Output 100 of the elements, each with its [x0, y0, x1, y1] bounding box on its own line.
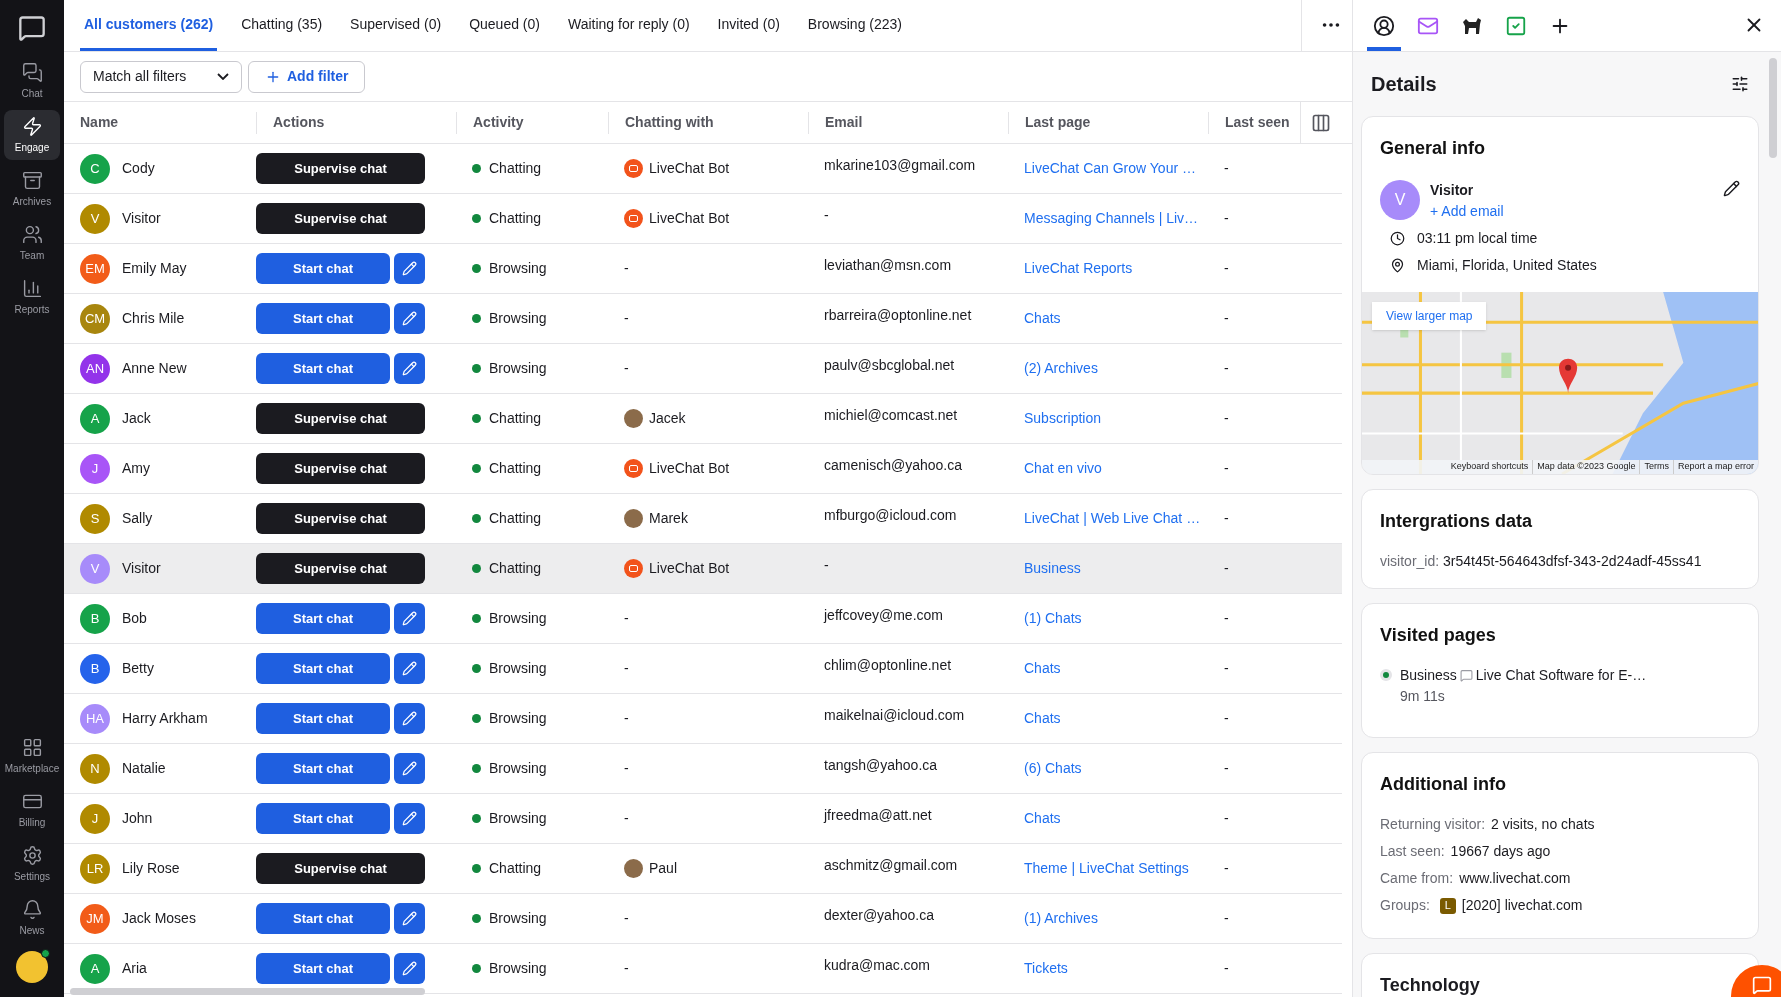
settings-icon[interactable] [1731, 75, 1749, 93]
last-page-link[interactable]: LiveChat Can Grow Your … [1024, 160, 1196, 176]
view-larger-map-link[interactable]: View larger map [1372, 302, 1487, 330]
visit-duration: 9m 11s [1400, 687, 1446, 706]
info-value: 2 visits, no chats [1491, 815, 1595, 834]
sidebar-item[interactable]: Team [4, 218, 60, 268]
edit-button[interactable] [394, 903, 425, 934]
supervise-chat-button[interactable]: Supervise chat [256, 203, 425, 234]
sidebar-item[interactable]: Reports [4, 272, 60, 322]
edit-button[interactable] [394, 953, 425, 984]
filter-tab[interactable]: Supervised (0) [346, 1, 446, 51]
pencil-icon [402, 261, 417, 276]
add-email-link[interactable]: + Add email [1430, 201, 1713, 222]
start-chat-button[interactable]: Start chat [256, 253, 390, 284]
agent-name: - [624, 359, 629, 378]
add-filter-button[interactable]: Add filter [248, 60, 366, 93]
last-page-link[interactable]: Chats [1024, 810, 1061, 826]
last-page-link[interactable]: (1) Archives [1024, 910, 1098, 926]
edit-button[interactable] [394, 703, 425, 734]
start-chat-button[interactable]: Start chat [256, 303, 390, 334]
page-title: Live Chat Software for E-… [1475, 666, 1647, 685]
filter-tab[interactable]: Waiting for reply (0) [564, 1, 694, 51]
sidebar-item[interactable]: Archives [4, 164, 60, 214]
customer-name: Amy [122, 459, 150, 478]
activity-text: Browsing [489, 759, 547, 778]
last-page-link[interactable]: Chats [1024, 710, 1061, 726]
horizontal-scrollbar[interactable] [70, 988, 425, 995]
activity-text: Browsing [489, 609, 547, 628]
last-page-link[interactable]: Subscription [1024, 410, 1102, 426]
email-text: chlim@optonline.net [824, 657, 952, 673]
agent-name: Jacek [649, 409, 686, 428]
sidebar-item[interactable]: Engage [4, 110, 60, 160]
sidebar-item[interactable]: News [4, 893, 60, 943]
start-chat-button[interactable]: Start chat [256, 903, 390, 934]
supervise-chat-button[interactable]: Supervise chat [256, 853, 425, 884]
edit-button[interactable] [394, 303, 425, 334]
edit-button[interactable] [394, 653, 425, 684]
table-row[interactable]: V Visitor Supervise chat Chatting LiveChat Bot - Business - [64, 544, 1342, 594]
start-chat-button[interactable]: Start chat [256, 753, 390, 784]
info-value: www.livechat.com [1459, 869, 1571, 888]
start-chat-button[interactable]: Start chat [256, 653, 390, 684]
column-header: Activity [473, 113, 524, 132]
location-icon [1390, 258, 1405, 273]
map-attribution-text[interactable]: Report a map error [1672, 460, 1758, 474]
sidebar-item[interactable]: Chat [4, 56, 60, 106]
filter-tab[interactable]: All customers (262) [80, 1, 218, 51]
edit-button[interactable] [394, 603, 425, 634]
customer-name: John [122, 809, 153, 828]
last-seen-text: - [1224, 560, 1229, 576]
agent-avatar [624, 859, 643, 878]
match-filters-dropdown[interactable]: Match all filters [80, 60, 242, 93]
start-chat-button[interactable]: Start chat [256, 603, 390, 634]
filter-tab[interactable]: Browsing (223) [803, 1, 906, 51]
supervise-chat-button[interactable]: Supervise chat [256, 153, 425, 184]
edit-icon[interactable] [1723, 180, 1740, 197]
user-avatar[interactable] [16, 951, 48, 983]
columns-icon[interactable] [1311, 112, 1331, 133]
last-page-link[interactable]: Chats [1024, 660, 1061, 676]
edit-button[interactable] [394, 753, 425, 784]
last-page-link[interactable]: Chats [1024, 310, 1061, 326]
last-page-link[interactable]: Chat en vivo [1024, 460, 1102, 476]
sidebar-item[interactable]: Marketplace [4, 731, 60, 781]
last-page-link[interactable]: Theme | LiveChat Settings [1024, 860, 1189, 876]
start-chat-button[interactable]: Start chat [256, 703, 390, 734]
bot-icon [624, 159, 643, 178]
last-page-link[interactable]: LiveChat Reports [1024, 260, 1133, 276]
email-text: dexter@yahoo.ca [824, 907, 934, 923]
vertical-scrollbar[interactable] [1769, 58, 1777, 158]
edit-button[interactable] [394, 803, 425, 834]
last-page-link[interactable]: Messaging Channels | Liv… [1024, 210, 1199, 226]
supervise-chat-button[interactable]: Supervise chat [256, 453, 425, 484]
column-header: Actions [273, 113, 325, 132]
supervise-chat-button[interactable]: Supervise chat [256, 503, 425, 534]
map-attribution-text[interactable]: Terms [1639, 460, 1673, 474]
filter-tab[interactable]: Invited (0) [713, 1, 784, 51]
info-label: Last seen: [1380, 842, 1445, 861]
start-chat-button[interactable]: Start chat [256, 953, 390, 984]
chevron-down-icon [217, 73, 229, 80]
sidebar-item[interactable]: Settings [4, 839, 60, 889]
sidebar-item[interactable]: Billing [4, 785, 60, 835]
agent-name: - [624, 809, 629, 828]
filter-tab[interactable]: Queued (0) [465, 1, 544, 51]
last-page-link[interactable]: Business [1024, 560, 1081, 576]
edit-button[interactable] [394, 253, 425, 284]
last-page-link[interactable]: (6) Chats [1024, 760, 1082, 776]
last-page-link[interactable]: Tickets [1024, 960, 1068, 976]
edit-button[interactable] [394, 353, 425, 384]
supervise-chat-button[interactable]: Supervise chat [256, 403, 425, 434]
customer-avatar: V [80, 553, 110, 584]
last-page-link[interactable]: (2) Archives [1024, 360, 1098, 376]
map-attribution-text[interactable]: Keyboard shortcuts [1446, 460, 1533, 474]
last-page-link[interactable]: LiveChat | Web Live Chat … [1024, 510, 1201, 526]
start-chat-button[interactable]: Start chat [256, 803, 390, 834]
last-page-link[interactable]: (1) Chats [1024, 610, 1082, 626]
customer-name: Cody [122, 159, 155, 178]
last-seen-text: - [1224, 610, 1229, 626]
filter-tab[interactable]: Chatting (35) [237, 1, 327, 51]
start-chat-button[interactable]: Start chat [256, 353, 390, 384]
supervise-chat-button[interactable]: Supervise chat [256, 553, 425, 584]
email-text: rbarreira@optonline.net [824, 307, 972, 323]
